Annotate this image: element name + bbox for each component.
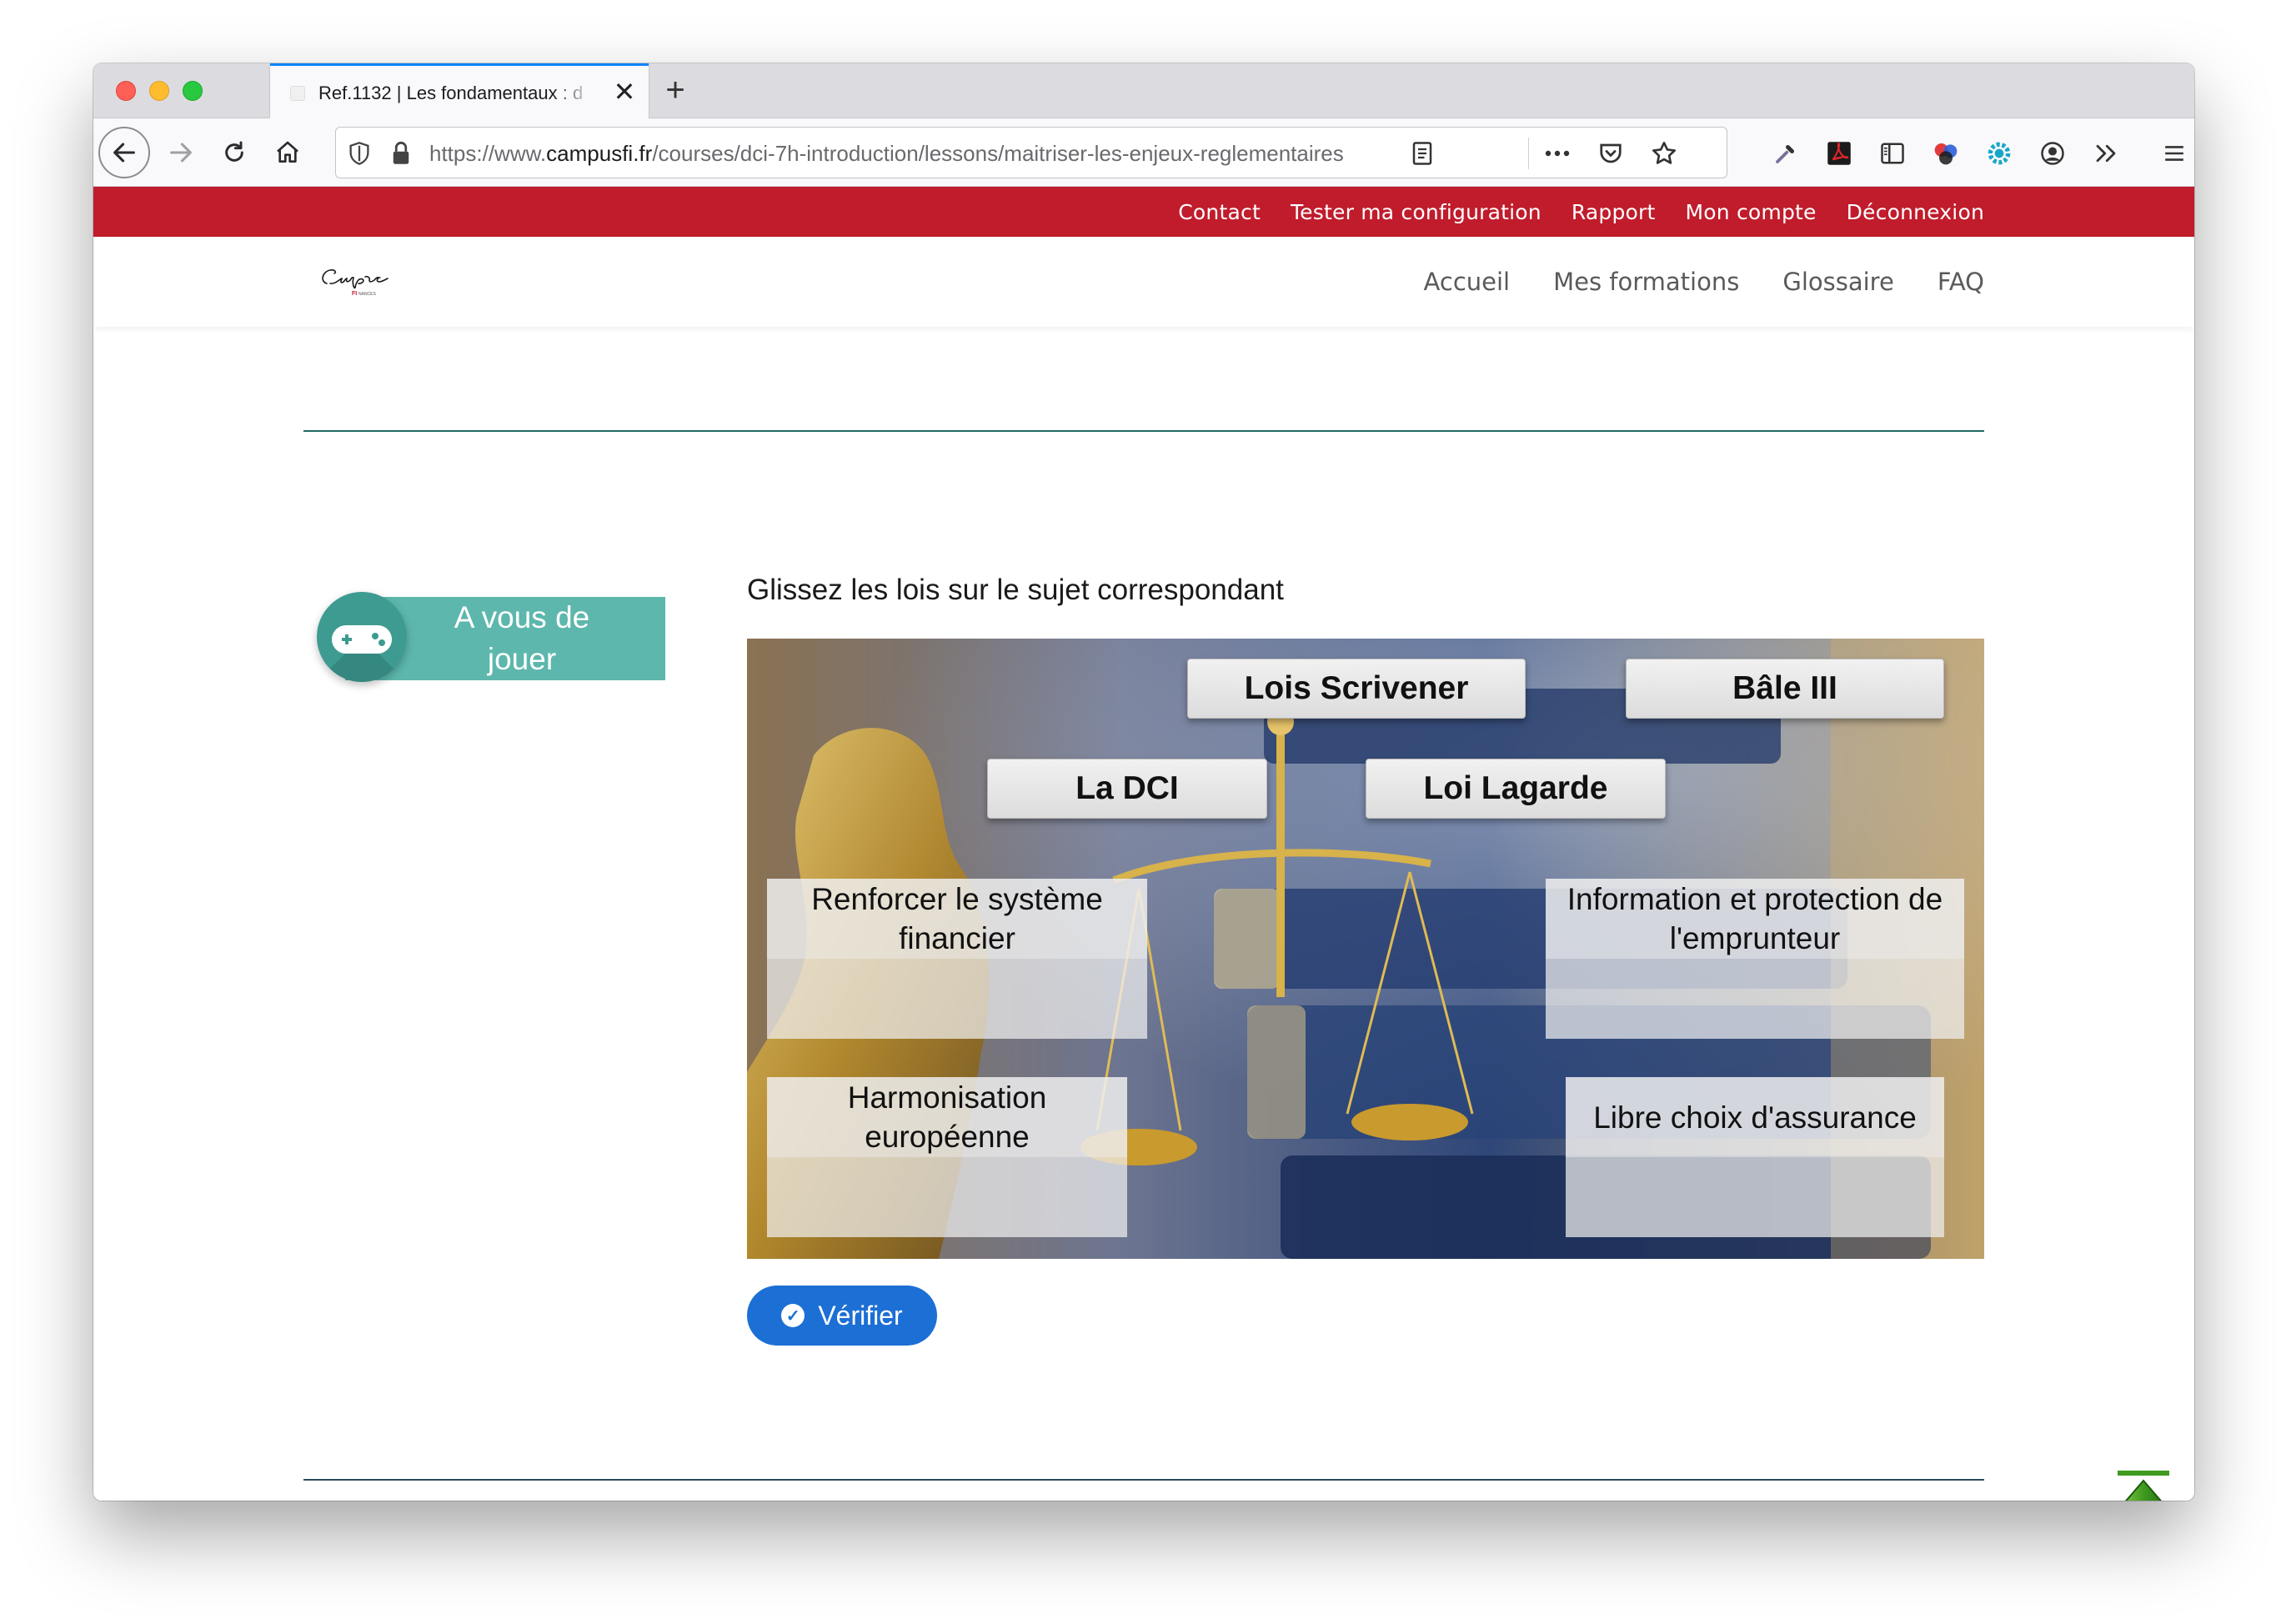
dropzone-libre-choix-assurance[interactable]: Libre choix d'assurance bbox=[1566, 1077, 1944, 1237]
reload-button[interactable] bbox=[213, 132, 255, 173]
draggable-loi-lagarde[interactable]: Loi Lagarde bbox=[1366, 759, 1666, 819]
home-icon bbox=[277, 141, 298, 163]
address-bar[interactable]: https://www.campusfi.fr/courses/dci-7h-i… bbox=[335, 127, 1727, 178]
dropzone-label: Renforcer le système financier bbox=[767, 879, 1147, 959]
verify-button-label: Vérifier bbox=[818, 1300, 903, 1331]
draggable-lois-scrivener[interactable]: Lois Scrivener bbox=[1187, 659, 1526, 719]
pocket-icon[interactable] bbox=[1597, 139, 1625, 168]
page-actions-icon[interactable] bbox=[1543, 139, 1572, 168]
link-mon-compte[interactable]: Mon compte bbox=[1686, 200, 1817, 224]
link-rapport[interactable]: Rapport bbox=[1572, 200, 1656, 224]
reader-view-icon[interactable] bbox=[1408, 139, 1436, 168]
lock-icon[interactable] bbox=[391, 141, 411, 166]
forward-button[interactable] bbox=[160, 132, 202, 173]
gamepad-icon bbox=[317, 625, 407, 682]
site-header: FI NANCES Accueil Mes formations Glossai… bbox=[93, 237, 2194, 327]
campus-finances-logo[interactable]: FI NANCES bbox=[315, 258, 399, 305]
web-page: Contact Tester ma configuration Rapport … bbox=[93, 187, 2194, 1501]
url-text[interactable]: https://www.campusfi.fr/courses/dci-7h-i… bbox=[429, 141, 1463, 167]
dropzone-harmonisation-europeenne[interactable]: Harmonisation européenne bbox=[767, 1077, 1127, 1237]
svg-text:NANCES: NANCES bbox=[358, 292, 377, 297]
tab-close-icon[interactable]: ✕ bbox=[610, 78, 639, 106]
sidebar-toggle-icon[interactable] bbox=[1877, 138, 1908, 168]
link-tester-configuration[interactable]: Tester ma configuration bbox=[1291, 200, 1542, 224]
scroll-to-top-arrow-icon[interactable] bbox=[2116, 1471, 2171, 1501]
browser-window: Ref.1132 | Les fondamentaux : d ✕ + http… bbox=[93, 63, 2194, 1501]
home-button[interactable] bbox=[267, 132, 308, 173]
draggable-bale-iii[interactable]: Bâle III bbox=[1626, 659, 1944, 719]
link-contact[interactable]: Contact bbox=[1178, 200, 1261, 224]
content-divider-bottom bbox=[303, 1479, 1984, 1481]
check-circle-icon: ✓ bbox=[781, 1304, 805, 1327]
dropzone-information-protection-emprunteur[interactable]: Information et protection de l'emprunteu… bbox=[1546, 879, 1964, 1039]
tracking-shield-icon[interactable] bbox=[348, 141, 371, 166]
utility-links: Contact Tester ma configuration Rapport … bbox=[1178, 187, 1984, 237]
hamburger-menu-icon[interactable] bbox=[2159, 138, 2189, 168]
verify-button[interactable]: ✓ Vérifier bbox=[747, 1286, 937, 1346]
reload-icon bbox=[225, 141, 243, 162]
dropzone-slot[interactable] bbox=[767, 1157, 1127, 1237]
navigation-toolbar: https://www.campusfi.fr/courses/dci-7h-i… bbox=[93, 118, 2194, 187]
close-window-button[interactable] bbox=[116, 81, 136, 101]
dropzone-label: Libre choix d'assurance bbox=[1566, 1077, 1944, 1157]
overflow-chevron-icon[interactable] bbox=[2091, 138, 2121, 168]
favicon-icon bbox=[290, 86, 305, 101]
dropzone-slot[interactable] bbox=[1566, 1157, 1944, 1237]
play-badge: A vous de jouer bbox=[312, 587, 665, 687]
minimize-window-button[interactable] bbox=[149, 81, 169, 101]
tab-strip: Ref.1132 | Les fondamentaux : d ✕ + bbox=[93, 63, 2194, 118]
tab-title: Ref.1132 | Les fondamentaux : d bbox=[318, 83, 584, 103]
drag-drop-exercise: Lois Scrivener Bâle III La DCI Loi Lagar… bbox=[747, 639, 1984, 1259]
pdf-extension-icon[interactable] bbox=[1824, 138, 1854, 168]
active-tab[interactable]: Ref.1132 | Les fondamentaux : d ✕ bbox=[270, 63, 649, 118]
forward-arrow-icon bbox=[170, 143, 192, 163]
exercise-instruction: Glissez les lois sur le sujet correspond… bbox=[747, 574, 1284, 606]
dropzone-label: Harmonisation européenne bbox=[767, 1077, 1127, 1157]
svg-text:FI: FI bbox=[352, 291, 357, 297]
gamepad-circle bbox=[317, 592, 407, 682]
back-button[interactable] bbox=[98, 127, 150, 178]
nav-accueil[interactable]: Accueil bbox=[1424, 268, 1511, 296]
zoom-window-button[interactable] bbox=[183, 81, 203, 101]
draggable-la-dci[interactable]: La DCI bbox=[987, 759, 1267, 819]
nav-mes-formations[interactable]: Mes formations bbox=[1553, 268, 1739, 296]
dropzone-label: Information et protection de l'emprunteu… bbox=[1546, 879, 1964, 959]
color-extension-icon[interactable] bbox=[1931, 138, 1961, 168]
dropzone-renforcer-systeme-financier[interactable]: Renforcer le système financier bbox=[767, 879, 1147, 1039]
bookmark-star-icon[interactable] bbox=[1650, 139, 1678, 168]
url-separator bbox=[1528, 138, 1529, 169]
eyedropper-extension-icon[interactable] bbox=[1771, 138, 1801, 168]
main-navigation: Accueil Mes formations Glossaire FAQ bbox=[1424, 237, 1984, 327]
gear-extension-icon[interactable] bbox=[1984, 138, 2014, 168]
nav-faq[interactable]: FAQ bbox=[1938, 268, 1984, 296]
dropzone-slot[interactable] bbox=[1546, 959, 1964, 1039]
utility-bar: Contact Tester ma configuration Rapport … bbox=[93, 187, 2194, 237]
account-icon[interactable] bbox=[2038, 138, 2068, 168]
content-divider-top bbox=[303, 430, 1984, 432]
new-tab-button[interactable]: + bbox=[657, 73, 694, 110]
back-arrow-icon bbox=[113, 143, 135, 163]
dropzone-slot[interactable] bbox=[767, 959, 1147, 1039]
nav-glossaire[interactable]: Glossaire bbox=[1782, 268, 1893, 296]
link-deconnexion[interactable]: Déconnexion bbox=[1847, 200, 1984, 224]
